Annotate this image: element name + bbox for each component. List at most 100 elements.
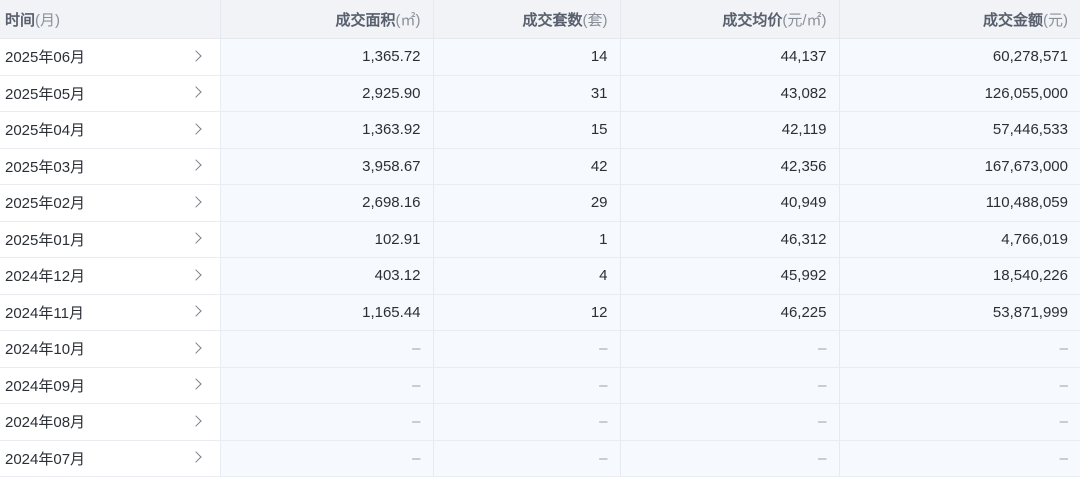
chevron-right-icon[interactable] xyxy=(189,232,202,244)
amount-cell: 126,055,000 xyxy=(839,75,1080,112)
amount-cell: – xyxy=(839,330,1080,368)
transaction-table-container: 时间(月) 成交面积(㎡) 成交套数(套) 成交均价(元/㎡) 成交金额(元) … xyxy=(0,0,1080,479)
price-cell: 43,082 xyxy=(620,75,840,112)
month-label: 2024年12月 xyxy=(5,268,86,286)
table-row[interactable]: 2024年12月 403.12 4 45,992 18,540,226 xyxy=(0,257,1080,295)
area-cell: – xyxy=(220,367,434,404)
chevron-right-icon[interactable] xyxy=(189,123,202,135)
column-unit: (套) xyxy=(582,11,608,29)
month-cell[interactable]: 2024年11月 xyxy=(0,294,221,331)
month-cell[interactable]: 2024年09月 xyxy=(0,367,221,404)
month-label: 2024年07月 xyxy=(5,450,86,468)
chevron-right-icon[interactable] xyxy=(189,305,202,317)
table-row[interactable]: 2024年10月 – – – – xyxy=(0,330,1080,368)
month-label: 2025年03月 xyxy=(5,158,86,176)
count-cell: 14 xyxy=(433,38,621,76)
chevron-right-icon[interactable] xyxy=(189,342,202,354)
table-body: 2025年06月 1,365.72 14 44,137 60,278,571 2025年0… xyxy=(0,38,1080,477)
column-label: 成交套数 xyxy=(522,11,583,29)
table-row[interactable]: 2024年11月 1,165.44 12 46,225 53,871,999 xyxy=(0,294,1080,331)
area-cell: 1,365.72 xyxy=(220,38,434,76)
price-cell: – xyxy=(620,367,840,404)
chevron-right-icon[interactable] xyxy=(189,196,202,208)
column-header-count[interactable]: 成交套数(套) xyxy=(433,0,621,39)
amount-cell: – xyxy=(839,440,1080,477)
count-cell: 29 xyxy=(433,184,621,222)
column-header-price[interactable]: 成交均价(元/㎡) xyxy=(620,0,840,39)
area-cell: 102.91 xyxy=(220,221,434,258)
month-cell[interactable]: 2025年02月 xyxy=(0,184,221,222)
column-label: 时间 xyxy=(5,11,36,29)
count-cell: – xyxy=(433,440,621,477)
amount-cell: 18,540,226 xyxy=(839,257,1080,295)
price-cell: – xyxy=(620,440,840,477)
chevron-right-icon[interactable] xyxy=(189,86,202,98)
month-cell[interactable]: 2024年08月 xyxy=(0,403,221,441)
column-unit: (元) xyxy=(1043,11,1068,29)
area-cell: 3,958.67 xyxy=(220,148,434,185)
chevron-right-icon[interactable] xyxy=(189,378,202,390)
month-label: 2024年09月 xyxy=(5,377,86,395)
table-row[interactable]: 2024年08月 – – – – xyxy=(0,403,1080,441)
count-cell: 4 xyxy=(433,257,621,295)
price-cell: – xyxy=(620,403,840,441)
column-header-area[interactable]: 成交面积(㎡) xyxy=(220,0,434,39)
table-row[interactable]: 2025年01月 102.91 1 46,312 4,766,019 xyxy=(0,221,1080,258)
month-cell[interactable]: 2024年07月 xyxy=(0,440,221,477)
count-cell: 42 xyxy=(433,148,621,185)
amount-cell: – xyxy=(839,403,1080,441)
price-cell: 45,992 xyxy=(620,257,840,295)
chevron-right-icon[interactable] xyxy=(189,159,202,171)
month-cell[interactable]: 2025年04月 xyxy=(0,111,221,149)
table-row[interactable]: 2025年04月 1,363.92 15 42,119 57,446,533 xyxy=(0,111,1080,149)
month-label: 2025年01月 xyxy=(5,231,86,249)
chevron-right-icon[interactable] xyxy=(189,451,202,463)
area-cell: – xyxy=(220,330,434,368)
area-cell: 2,698.16 xyxy=(220,184,434,222)
price-cell: 44,137 xyxy=(620,38,840,76)
amount-cell: 110,488,059 xyxy=(839,184,1080,222)
month-cell[interactable]: 2025年06月 xyxy=(0,38,221,76)
month-cell[interactable]: 2025年03月 xyxy=(0,148,221,185)
month-label: 2025年06月 xyxy=(5,49,86,67)
month-cell[interactable]: 2024年12月 xyxy=(0,257,221,295)
header-row: 时间(月) 成交面积(㎡) 成交套数(套) 成交均价(元/㎡) 成交金额(元) xyxy=(0,0,1080,39)
table-header: 时间(月) 成交面积(㎡) 成交套数(套) 成交均价(元/㎡) 成交金额(元) xyxy=(0,0,1080,39)
column-header-month[interactable]: 时间(月) xyxy=(0,0,221,39)
column-unit: (元/㎡) xyxy=(782,11,827,29)
month-cell[interactable]: 2025年05月 xyxy=(0,75,221,112)
amount-cell: 167,673,000 xyxy=(839,148,1080,185)
area-cell: 1,165.44 xyxy=(220,294,434,331)
table-row[interactable]: 2024年07月 – – – – xyxy=(0,440,1080,477)
amount-cell: 57,446,533 xyxy=(839,111,1080,149)
count-cell: 1 xyxy=(433,221,621,258)
price-cell: 42,356 xyxy=(620,148,840,185)
area-cell: 1,363.92 xyxy=(220,111,434,149)
month-cell[interactable]: 2025年01月 xyxy=(0,221,221,258)
table-row[interactable]: 2025年03月 3,958.67 42 42,356 167,673,000 xyxy=(0,148,1080,185)
table-row[interactable]: 2025年05月 2,925.90 31 43,082 126,055,000 xyxy=(0,75,1080,112)
area-cell: 403.12 xyxy=(220,257,434,295)
table-row[interactable]: 2025年02月 2,698.16 29 40,949 110,488,059 xyxy=(0,184,1080,222)
month-cell[interactable]: 2024年10月 xyxy=(0,330,221,368)
count-cell: 31 xyxy=(433,75,621,112)
table-row[interactable]: 2024年09月 – – – – xyxy=(0,367,1080,404)
month-label: 2024年08月 xyxy=(5,414,86,432)
price-cell: 46,225 xyxy=(620,294,840,331)
month-label: 2024年11月 xyxy=(5,304,84,322)
price-cell: 40,949 xyxy=(620,184,840,222)
price-cell: – xyxy=(620,330,840,368)
chevron-right-icon[interactable] xyxy=(189,415,202,427)
column-header-amount[interactable]: 成交金额(元) xyxy=(839,0,1080,39)
count-cell: 12 xyxy=(433,294,621,331)
chevron-right-icon[interactable] xyxy=(189,269,202,281)
count-cell: 15 xyxy=(433,111,621,149)
area-cell: 2,925.90 xyxy=(220,75,434,112)
price-cell: 46,312 xyxy=(620,221,840,258)
area-cell: – xyxy=(220,403,434,441)
chevron-right-icon[interactable] xyxy=(189,50,202,62)
table-row[interactable]: 2025年06月 1,365.72 14 44,137 60,278,571 xyxy=(0,38,1080,76)
amount-cell: – xyxy=(839,367,1080,404)
price-cell: 42,119 xyxy=(620,111,840,149)
month-label: 2025年05月 xyxy=(5,85,86,103)
